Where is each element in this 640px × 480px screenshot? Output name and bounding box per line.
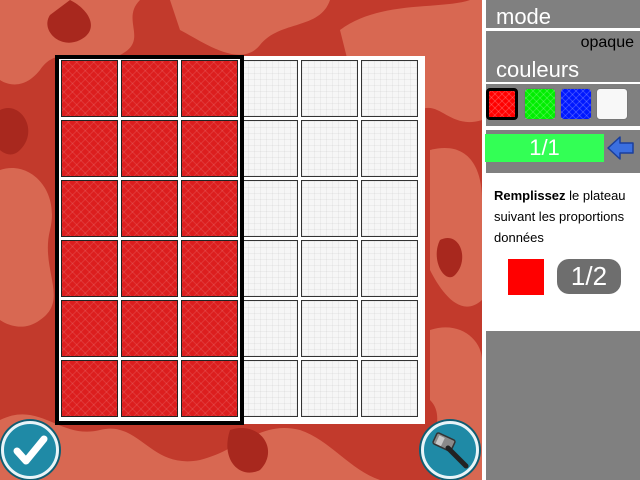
- game-board: [57, 56, 425, 424]
- board-cell-white[interactable]: [241, 180, 298, 237]
- board-cell-red[interactable]: [121, 360, 178, 417]
- board-cell-red[interactable]: [121, 120, 178, 177]
- board-cell-white[interactable]: [361, 240, 418, 297]
- mode-label: mode: [496, 4, 552, 29]
- instructions-bold: Remplissez: [494, 188, 566, 203]
- board-cell-white[interactable]: [241, 300, 298, 357]
- board-cell-red[interactable]: [181, 360, 238, 417]
- swatch-red[interactable]: [486, 88, 518, 120]
- board-cell-red[interactable]: [61, 180, 118, 237]
- board-cell-white[interactable]: [301, 180, 358, 237]
- board-cell-red[interactable]: [61, 360, 118, 417]
- mode-value[interactable]: opaque: [581, 34, 634, 52]
- checkmark-icon: [13, 435, 48, 465]
- board-cell-white[interactable]: [241, 120, 298, 177]
- progress-indicator: 1/1: [485, 134, 604, 162]
- hammer-button[interactable]: [421, 421, 479, 479]
- board-cell-white[interactable]: [361, 120, 418, 177]
- back-arrow-icon[interactable]: [606, 134, 636, 162]
- board-cell-red[interactable]: [61, 120, 118, 177]
- board-cell-red[interactable]: [61, 240, 118, 297]
- board-cell-red[interactable]: [181, 240, 238, 297]
- swatch-blue[interactable]: [560, 88, 592, 120]
- board-cell-red[interactable]: [181, 120, 238, 177]
- board-cell-white[interactable]: [241, 60, 298, 117]
- board-cell-white[interactable]: [241, 360, 298, 417]
- swatch-texture: [561, 89, 591, 119]
- instructions-box: Remplissez le plateau suivant les propor…: [486, 173, 640, 331]
- validate-button[interactable]: [1, 421, 59, 479]
- board-cell-white[interactable]: [301, 360, 358, 417]
- target-color-swatch: [508, 259, 544, 295]
- board-cell-red[interactable]: [61, 60, 118, 117]
- swatch-green[interactable]: [524, 88, 556, 120]
- swatch-white[interactable]: [596, 88, 628, 120]
- board-cell-red[interactable]: [61, 300, 118, 357]
- instructions-text: Remplissez le plateau suivant les propor…: [494, 185, 636, 248]
- board-cell-white[interactable]: [361, 60, 418, 117]
- board-cell-white[interactable]: [301, 60, 358, 117]
- board-cell-red[interactable]: [181, 180, 238, 237]
- board-cell-white[interactable]: [301, 300, 358, 357]
- board-cell-white[interactable]: [361, 180, 418, 237]
- board-cell-white[interactable]: [301, 120, 358, 177]
- board-cell-red[interactable]: [121, 180, 178, 237]
- board-cell-white[interactable]: [361, 300, 418, 357]
- board-cell-red[interactable]: [121, 300, 178, 357]
- hammer-icon: [432, 432, 469, 469]
- board-cell-white[interactable]: [361, 360, 418, 417]
- board-cell-red[interactable]: [181, 60, 238, 117]
- target-fraction: 1/2: [557, 259, 621, 294]
- colors-label: couleurs: [496, 57, 580, 82]
- swatch-texture: [489, 91, 515, 117]
- board-cell-white[interactable]: [301, 240, 358, 297]
- swatch-texture: [525, 89, 555, 119]
- board-cell-red[interactable]: [121, 240, 178, 297]
- board-cell-white[interactable]: [241, 240, 298, 297]
- board-cell-red[interactable]: [121, 60, 178, 117]
- divider: [486, 126, 640, 130]
- board-cell-red[interactable]: [181, 300, 238, 357]
